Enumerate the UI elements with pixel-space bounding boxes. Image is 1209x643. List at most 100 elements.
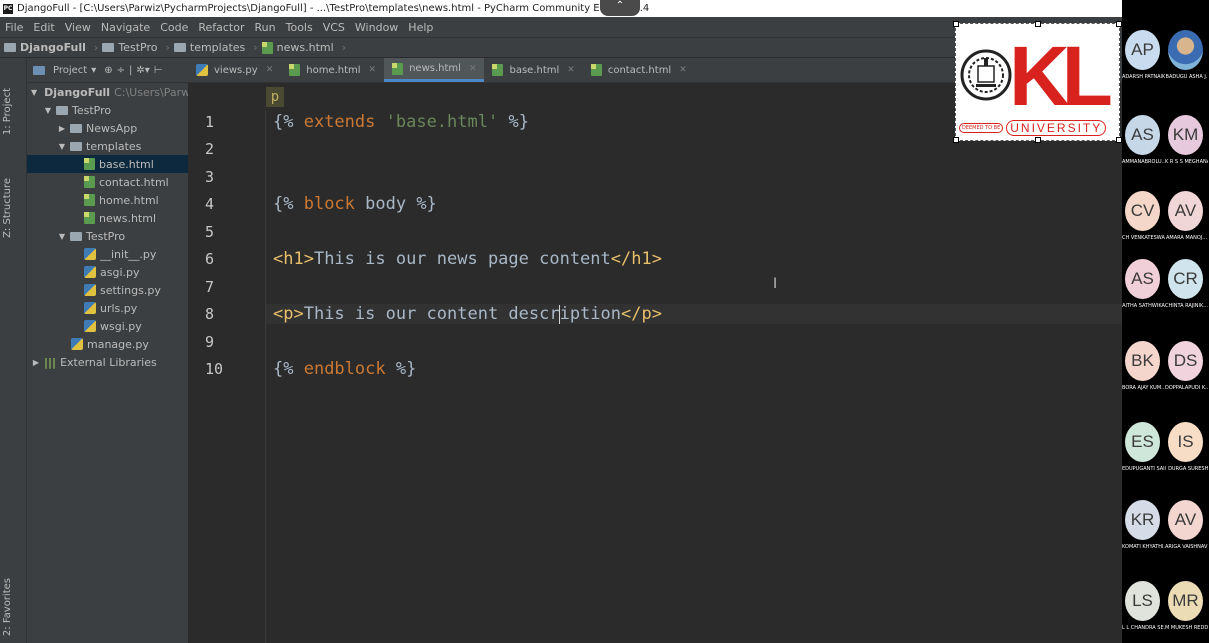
tab-base-html[interactable]: base.html ✕ — [484, 58, 582, 82]
menu-tools[interactable]: Tools — [281, 21, 318, 34]
participant-tile[interactable]: IS I DURGA SURESH — [1165, 422, 1208, 478]
resize-handle[interactable] — [953, 21, 959, 27]
resize-handle[interactable] — [953, 137, 959, 143]
library-icon: ||| — [44, 355, 57, 369]
locate-icon[interactable]: ⊕ — [104, 65, 112, 76]
code-line-10[interactable]: {% endblock %} — [273, 359, 416, 379]
tree-node-templates[interactable]: ▼ templates — [27, 137, 188, 155]
close-tab-icon[interactable]: ✕ — [469, 64, 477, 74]
tree-file-init-py[interactable]: __init__.py — [27, 245, 188, 263]
tree-file-wsgi-py[interactable]: wsgi.py — [27, 317, 188, 335]
code-line-6[interactable]: <h1>This is our news page content</h1> — [273, 249, 662, 269]
menu-window[interactable]: Window — [350, 21, 403, 34]
participant-tile[interactable]: CR CHINTA RAJINIK... — [1165, 259, 1208, 315]
participant-tile[interactable]: AV ARIGA VAISHNAVI — [1165, 500, 1208, 556]
collapse-arrow-icon[interactable]: ▶ — [31, 358, 41, 367]
folder-icon — [70, 123, 82, 133]
tab-news-html[interactable]: news.html ✕ — [384, 58, 485, 82]
close-tab-icon[interactable]: ✕ — [567, 65, 575, 75]
avatar: CV — [1125, 191, 1160, 231]
python-file-icon — [84, 248, 96, 260]
participant-tile[interactable]: ES EDUPUGANTI SAI... — [1122, 422, 1165, 478]
participant-tile[interactable]: LS L L CHANDRA SE... — [1122, 581, 1165, 637]
expand-arrow-icon[interactable]: ▼ — [43, 106, 53, 115]
menu-refactor[interactable]: Refactor — [193, 21, 249, 34]
tree-file-contact-html[interactable]: contact.html — [27, 173, 188, 191]
line-number: 2 — [205, 140, 215, 158]
tree-node-external-libraries[interactable]: ▶ ||| External Libraries — [27, 353, 188, 371]
hide-panel-icon[interactable]: ⊢ — [154, 65, 163, 76]
favorites-tool-tab[interactable]: 2: Favorites — [2, 578, 13, 636]
code-line-1[interactable]: {% extends 'base.html' %} — [273, 112, 529, 132]
code-editor-area[interactable]: {% extends 'base.html' %} {% block body … — [266, 110, 1122, 643]
python-file-icon — [84, 284, 96, 296]
menu-help[interactable]: Help — [403, 21, 438, 34]
breadcrumb-file[interactable]: news.html — [261, 41, 334, 54]
menu-view[interactable]: View — [60, 21, 96, 34]
menu-vcs[interactable]: VCS — [318, 21, 350, 34]
avatar: AS — [1125, 115, 1160, 155]
tab-home-html[interactable]: home.html ✕ — [281, 58, 384, 82]
project-tool-tab[interactable]: 1: Project — [2, 88, 13, 135]
tab-contact-html[interactable]: contact.html ✕ — [583, 58, 695, 82]
tree-file-asgi-py[interactable]: asgi.py — [27, 263, 188, 281]
participant-tile[interactable]: AS AMMANABROLU... — [1122, 115, 1165, 171]
html-file-icon — [84, 176, 95, 188]
participant-tile[interactable]: KM K R S S MEGHANA — [1165, 115, 1208, 171]
tree-file-urls-py[interactable]: urls.py — [27, 299, 188, 317]
tree-node-djangofull[interactable]: ▼ DjangoFull C:\Users\Parw — [27, 83, 188, 101]
navigation-bar: DjangoFull › TestPro › templates › news.… — [0, 37, 1122, 58]
project-panel-header: Project ▾ ⊕ ÷ | ✲▾ ⊢ — [27, 58, 188, 83]
tree-node-testpro-package[interactable]: ▼ TestPro — [27, 227, 188, 245]
folder-icon — [173, 43, 186, 52]
tree-file-manage-py[interactable]: manage.py — [27, 335, 188, 353]
collapse-arrow-icon[interactable]: ▶ — [57, 124, 67, 133]
tree-node-testpro[interactable]: ▼ TestPro — [27, 101, 188, 119]
participant-tile[interactable]: KR KOMATI KHYATHI... — [1122, 500, 1165, 556]
tree-file-home-html[interactable]: home.html — [27, 191, 188, 209]
menu-navigate[interactable]: Navigate — [96, 21, 155, 34]
participant-tile[interactable]: MR M MUKESH REDDY — [1165, 581, 1208, 637]
expand-arrow-icon[interactable]: ▼ — [57, 142, 67, 151]
menu-run[interactable]: Run — [250, 21, 281, 34]
tree-node-newsapp[interactable]: ▶ NewsApp — [27, 119, 188, 137]
participant-tile[interactable]: BK BORA AJAY KUM... — [1122, 341, 1165, 397]
participant-tile[interactable]: DS DOPPALAPUDI K... — [1165, 341, 1208, 397]
resize-handle[interactable] — [1035, 21, 1041, 27]
menu-edit[interactable]: Edit — [28, 21, 59, 34]
code-line-8-current[interactable]: <p>This is our content description</p> — [266, 304, 1122, 324]
left-tool-stripe: 1: Project Z: Structure 2: Favorites — [0, 58, 27, 643]
structure-tool-tab[interactable]: Z: Structure — [2, 178, 13, 238]
collapse-chevron-icon[interactable]: ⌃ — [600, 0, 640, 16]
project-view-selector[interactable]: Project — [53, 65, 87, 76]
settings-gear-icon[interactable]: ✲▾ — [136, 65, 149, 76]
tree-file-base-html[interactable]: base.html — [27, 155, 188, 173]
menu-code[interactable]: Code — [155, 21, 193, 34]
breadcrumb-separator: › — [253, 41, 258, 54]
dropdown-arrow-icon[interactable]: ▾ — [91, 65, 96, 76]
participant-tile[interactable]: CV CH VENKATESWAR — [1122, 191, 1165, 247]
breadcrumb-testpro[interactable]: TestPro — [102, 41, 157, 54]
participant-tile[interactable]: BADUGU ASHA J. — [1165, 30, 1208, 86]
participant-tile[interactable]: AV AMARA MANOJ... — [1165, 191, 1208, 247]
close-tab-icon[interactable]: ✕ — [369, 65, 377, 75]
mouse-ibeam-cursor-icon: I — [773, 276, 778, 292]
expand-arrow-icon[interactable]: ▼ — [57, 232, 67, 241]
menu-file[interactable]: File — [0, 21, 28, 34]
tree-file-news-html[interactable]: news.html — [27, 209, 188, 227]
pycharm-window: PC DjangoFull - [C:\Users\Parwiz\Pycharm… — [0, 0, 1122, 643]
avatar: DS — [1168, 341, 1203, 381]
breadcrumb-templates[interactable]: templates — [173, 41, 245, 54]
collapse-all-icon[interactable]: ÷ — [117, 65, 125, 76]
close-tab-icon[interactable]: ✕ — [679, 65, 687, 75]
code-line-4[interactable]: {% block body %} — [273, 194, 437, 214]
close-tab-icon[interactable]: ✕ — [266, 65, 274, 75]
breadcrumb-project[interactable]: DjangoFull — [4, 41, 86, 54]
resize-handle[interactable] — [1035, 137, 1041, 143]
participant-tile[interactable]: AS AITHA SATHWIKA — [1122, 259, 1165, 315]
participant-tile[interactable]: AP ADARSH PATNAIK — [1122, 30, 1165, 86]
tab-views-py[interactable]: views.py ✕ — [188, 58, 281, 82]
expand-arrow-icon[interactable]: ▼ — [31, 88, 37, 97]
tag-breadcrumb-p[interactable]: p — [266, 87, 284, 107]
tree-file-settings-py[interactable]: settings.py — [27, 281, 188, 299]
